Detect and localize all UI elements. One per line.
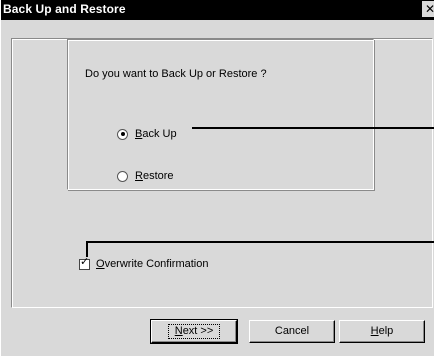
backup-radio-button[interactable] (117, 128, 128, 140)
title-bar[interactable]: Back Up and Restore ✕ (1, 0, 434, 20)
next-button[interactable]: Next >> (150, 319, 238, 344)
overwrite-confirmation-label: Overwrite Confirmation (96, 258, 209, 270)
callout-line-overwrite (86, 241, 434, 243)
help-button[interactable]: Help (339, 320, 425, 343)
callout-line-overwrite-drop (86, 241, 88, 257)
callout-line-backup (192, 127, 434, 129)
backup-radio-option[interactable]: Back Up (117, 126, 177, 142)
backup-restore-group (67, 39, 374, 190)
overwrite-confirmation-option[interactable]: ✓ Overwrite Confirmation (79, 256, 208, 272)
restore-radio-button[interactable] (117, 170, 128, 182)
group-legend: Do you want to Back Up or Restore ? (83, 68, 269, 80)
backup-radio-label: Back Up (135, 128, 177, 140)
cancel-button[interactable]: Cancel (249, 320, 335, 343)
dialog-title: Back Up and Restore (3, 2, 126, 16)
radio-selected-dot (120, 132, 125, 136)
restore-radio-option[interactable]: Restore (117, 168, 174, 184)
restore-radio-label: Restore (135, 170, 174, 182)
backup-restore-dialog: Back Up and Restore ✕ Do you want to Bac… (0, 0, 434, 356)
close-icon[interactable]: ✕ (422, 1, 434, 17)
overwrite-confirmation-checkbox[interactable]: ✓ (79, 255, 90, 270)
checkmark-icon: ✓ (80, 255, 90, 268)
